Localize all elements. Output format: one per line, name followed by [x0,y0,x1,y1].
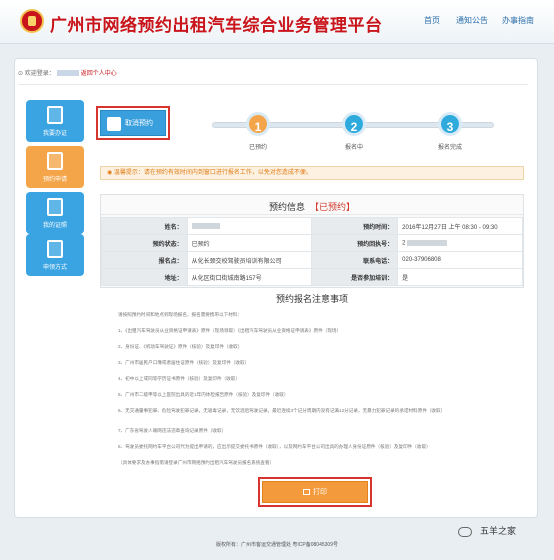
sidebar-item-label: 申领方式 [42,265,67,271]
label-appointment-time: 预约时间： [311,217,399,235]
divider [18,84,528,85]
info-icon: ◉ [107,170,114,176]
value-phone: 020-37906808 [397,251,523,269]
table-row: 预约状态： 已预约 预约回执号： 2 [101,234,523,252]
divider [100,214,524,215]
form-icon [47,152,63,170]
receipt-prefix: 2 [402,240,406,247]
notice-bar: ◉ 温馨提示：请在预约有效时间内到窗口进行报名工作，以免对您造成不便。 [100,166,524,180]
gear-icon: ⊙ [18,71,25,77]
label-name: 姓名： [101,217,188,235]
step-2: 2 [342,112,366,136]
notes-line: 5、广州市二级甲等以上医院出具的近1年内体检报告原件（核验）及复印件（收取） [118,392,289,397]
value-receipt-number: 2 [397,234,523,252]
username-redacted [56,70,79,77]
license-icon [47,198,63,216]
label-site: 报名点： [101,251,188,269]
notes-line: 2、身份证、《机动车驾驶证》原件（核验）及复印件（收取） [118,344,243,349]
highlight-frame [96,106,170,140]
welcome-text: 欢迎登录： [24,71,55,77]
step-1: 1 [246,112,270,136]
top-header: 广州市网络预约出租汽车综合业务管理平台 首页 通知公告 办事指南 [0,0,554,44]
appointment-info-title: 预约信息 【已预约】 [100,200,524,213]
notes-line: 1、《出租汽车驾驶员从业资格证申请表》原件（现场领取）《出租汽车驾驶员从业资格证… [118,328,342,333]
label-training: 是否参加培训： [311,268,399,286]
emblem-icon [20,9,44,33]
label-phone: 联系电话： [311,251,399,269]
wechat-icon [458,526,472,537]
value-appointment-time: 2016年12月27日 上午 08:30 - 09:30 [397,217,523,235]
breadcrumb: ⊙ 欢迎登录： 返回个人中心 [18,68,117,77]
notes-line: 3、广州市居民户口簿或者居住证原件（核验）及复印件（收取） [118,360,250,365]
back-to-personal-center-link[interactable]: 返回个人中心 [81,71,117,77]
nav-notices[interactable]: 通知公告 [456,15,488,26]
registration-notes-title: 预约报名注意事项 [275,294,348,304]
sidebar-item-apply-license[interactable]: 我要办证 [26,100,84,142]
redacted-value [191,222,220,229]
info-title-text: 预约信息 [268,202,305,212]
watermark-text: 五羊之家 [480,526,517,536]
redacted-value [407,239,448,246]
value-site: 从化长颈交校驾驶员培训有限公司 [186,251,313,269]
table-row: 地址： 从化区街口街城南路157号 是否参加培训： 是 [101,268,523,286]
status-badge: 【已预约】 [310,202,356,212]
highlight-frame [258,477,372,507]
id-card-icon [47,106,63,124]
table-row: 姓名： 预约时间： 2016年12月27日 上午 08:30 - 09:30 [101,217,523,235]
sidebar-item-appointment[interactable]: 预约申请 [26,146,84,188]
step-2-label: 报名中 [344,145,363,151]
step-1-label: 已预约 [248,145,267,151]
value-status: 已预约 [186,234,313,252]
label-status: 预约状态： [101,234,188,252]
notes-line: 请按照预约时间和地点到现场报名，报名需要携带以下材料： [118,312,243,317]
notes-line: 7、广东省驾驶人联网违法违章查询记录原件（收取） [118,428,227,433]
notes-line: 8、驾驶员委托网约车平台公司代为提出申请的，应出示提交委托书原件（收取），以及网… [118,444,431,449]
notice-text: 温馨提示：请在预约有效时间内到窗口进行报名工作，以免对您造成不便。 [113,170,312,176]
table-row: 报名点： 从化长颈交校驾驶员培训有限公司 联系电话： 020-37906808 [101,251,523,269]
sidebar-item-label: 我的证照 [42,223,67,229]
value-address: 从化区街口街城南路157号 [186,268,313,286]
appointment-info-table: 姓名： 预约时间： 2016年12月27日 上午 08:30 - 09:30 预… [101,217,523,286]
notes-line: 6、无交通肇事犯罪、危险驾驶犯罪记录，无吸毒记录，无饮酒后驾驶记录，最近连续3个… [118,408,446,413]
value-name [186,217,313,235]
notes-line: （具体要求及办事指南请登录广州市网络预约出租汽车驾驶员报名系统查看） [118,460,275,465]
notes-line: 4、初中以上或同等学历证书原件（核验）及复印件（收取） [118,376,240,381]
watermark: 五羊之家 [458,524,516,537]
nav-home[interactable]: 首页 [424,15,440,26]
value-training: 是 [397,268,523,286]
footer-text: 版权所有：广州市客运交通管理处 粤ICP备08045309号 [216,542,338,548]
nav-guide[interactable]: 办事指南 [502,15,534,26]
sidebar-item-my-licenses[interactable]: 我的证照 [26,192,84,234]
site-title: 广州市网络预约出租汽车综合业务管理平台 [50,16,383,36]
label-receipt-number: 预约回执号： [311,234,399,252]
sidebar-item-label: 预约申请 [42,177,67,183]
sidebar-item-label: 我要办证 [42,131,67,137]
sidebar-item-collection-method[interactable]: 申领方式 [26,234,84,276]
apply-icon [47,240,63,258]
step-3-label: 报名完成 [437,145,462,151]
step-3: 3 [438,112,462,136]
label-address: 地址： [101,268,188,286]
